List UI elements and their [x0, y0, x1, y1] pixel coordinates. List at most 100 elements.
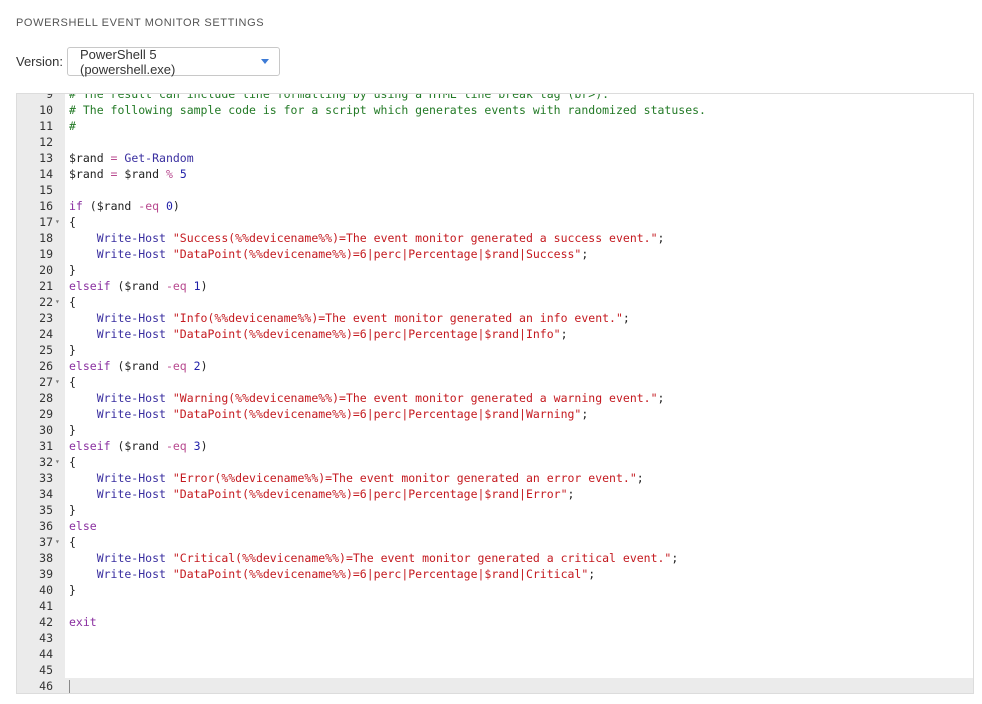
- line-number: 44: [39, 647, 53, 661]
- code-token: -eq: [131, 199, 166, 213]
- code-token: $rand: [96, 199, 132, 213]
- code-token: Write-Host: [69, 407, 173, 421]
- line-number: 34: [39, 487, 53, 501]
- code-line[interactable]: 26 elseif ($rand -eq 2): [17, 358, 973, 374]
- code-line[interactable]: 27 ▾ {: [17, 374, 973, 390]
- code-line[interactable]: 34 Write-Host "DataPoint(%%devicename%%)…: [17, 486, 973, 502]
- code-token: ): [200, 279, 208, 293]
- code-line[interactable]: 29 Write-Host "DataPoint(%%devicename%%)…: [17, 406, 973, 422]
- code-token: Write-Host: [69, 551, 173, 565]
- code-line[interactable]: 21 elseif ($rand -eq 1): [17, 278, 973, 294]
- code-line[interactable]: 44: [17, 646, 973, 662]
- code-token: ;: [560, 327, 568, 341]
- code-token: %: [159, 167, 180, 181]
- code-text: Write-Host "DataPoint(%%devicename%%)=6|…: [69, 486, 575, 502]
- code-line[interactable]: 45: [17, 662, 973, 678]
- code-token: Write-Host: [69, 327, 173, 341]
- code-line[interactable]: 46: [17, 678, 973, 693]
- version-row: Version: PowerShell 5 (powershell.exe): [16, 46, 280, 77]
- code-token: =: [103, 151, 125, 165]
- code-token: exit: [69, 615, 97, 629]
- code-text: {: [69, 534, 76, 550]
- line-number: 32: [39, 455, 53, 469]
- text-cursor: [69, 679, 70, 693]
- line-number: 27: [39, 375, 53, 389]
- code-token: "Info(%%devicename%%)=The event monitor …: [172, 311, 623, 325]
- fold-toggle-icon[interactable]: ▾: [55, 534, 60, 550]
- code-line[interactable]: 16 if ($rand -eq 0): [17, 198, 973, 214]
- code-line[interactable]: 41: [17, 598, 973, 614]
- code-token: {: [69, 215, 76, 229]
- code-text: }: [69, 342, 76, 358]
- code-token: 1: [193, 279, 201, 293]
- code-token: ;: [636, 471, 644, 485]
- code-line[interactable]: 28 Write-Host "Warning(%%devicename%%)=T…: [17, 390, 973, 406]
- code-token: {: [69, 535, 76, 549]
- version-select-value: PowerShell 5 (powershell.exe): [79, 46, 176, 77]
- code-line[interactable]: 22 ▾ {: [17, 294, 973, 310]
- code-editor[interactable]: 9 # The result can include line formattin…: [16, 93, 974, 694]
- code-line[interactable]: 15: [17, 182, 973, 198]
- code-line[interactable]: 32 ▾ {: [17, 454, 973, 470]
- fold-toggle-icon[interactable]: ▾: [55, 454, 60, 470]
- code-line[interactable]: 39 Write-Host "DataPoint(%%devicename%%)…: [17, 566, 973, 582]
- line-number: 39: [39, 567, 53, 581]
- code-token: {: [69, 295, 76, 309]
- code-token: if: [69, 199, 83, 213]
- line-number: 41: [39, 599, 53, 613]
- line-number: 42: [39, 615, 53, 629]
- code-line[interactable]: 11 #: [17, 118, 973, 134]
- code-line[interactable]: 23 Write-Host "Info(%%devicename%%)=The …: [17, 310, 973, 326]
- code-token: ): [172, 199, 180, 213]
- line-number: 29: [39, 407, 53, 421]
- code-token: -eq: [159, 279, 194, 293]
- code-line[interactable]: 12: [17, 134, 973, 150]
- code-line[interactable]: 38 Write-Host "Critical(%%devicename%%)=…: [17, 550, 973, 566]
- line-number: 46: [39, 679, 53, 693]
- line-number: 23: [39, 311, 53, 325]
- code-line[interactable]: 19 Write-Host "DataPoint(%%devicename%%)…: [17, 246, 973, 262]
- code-line[interactable]: 25}: [17, 342, 973, 358]
- line-number: 35: [39, 503, 53, 517]
- code-line[interactable]: 9 # The result can include line formattin…: [17, 94, 973, 102]
- code-line[interactable]: 40}: [17, 582, 973, 598]
- fold-toggle-icon[interactable]: ▾: [55, 374, 60, 390]
- code-line[interactable]: 13 $rand = Get-Random: [17, 150, 973, 166]
- code-line[interactable]: 30}: [17, 422, 973, 438]
- code-line[interactable]: 43: [17, 630, 973, 646]
- code-line[interactable]: 14 $rand = $rand % 5: [17, 166, 973, 182]
- code-token: $rand: [124, 359, 160, 373]
- code-line[interactable]: 35}: [17, 502, 973, 518]
- code-line[interactable]: 17 ▾ {: [17, 214, 973, 230]
- code-text: {: [69, 374, 76, 390]
- line-number: 13: [39, 151, 53, 165]
- code-line[interactable]: 36 else: [17, 518, 973, 534]
- code-text: {: [69, 454, 76, 470]
- version-select[interactable]: PowerShell 5 (powershell.exe): [66, 46, 280, 77]
- line-number: 28: [39, 391, 53, 405]
- fold-toggle-icon[interactable]: ▾: [55, 294, 60, 310]
- fold-toggle-icon[interactable]: ▾: [55, 214, 60, 230]
- code-text: Write-Host "DataPoint(%%devicename%%)=6|…: [69, 566, 596, 582]
- code-line[interactable]: 33 Write-Host "Error(%%devicename%%)=The…: [17, 470, 973, 486]
- line-number: 25: [39, 343, 53, 357]
- code-text: Write-Host "DataPoint(%%devicename%%)=6|…: [69, 326, 568, 342]
- code-text: Write-Host "Error(%%devicename%%)=The ev…: [69, 470, 644, 486]
- code-token: Write-Host: [69, 471, 173, 485]
- code-token: Write-Host: [69, 391, 173, 405]
- line-number: 21: [39, 279, 53, 293]
- line-number: 31: [39, 439, 53, 453]
- code-text: Write-Host "Success(%%devicename%%)=The …: [69, 230, 665, 246]
- line-number: 38: [39, 551, 53, 565]
- code-line[interactable]: 37 ▾ {: [17, 534, 973, 550]
- code-line[interactable]: 18 Write-Host "Success(%%devicename%%)=T…: [17, 230, 973, 246]
- code-line[interactable]: 24 Write-Host "DataPoint(%%devicename%%)…: [17, 326, 973, 342]
- code-text: }: [69, 502, 76, 518]
- code-line[interactable]: 31 elseif ($rand -eq 3): [17, 438, 973, 454]
- code-line[interactable]: 10 # The following sample code is for a s…: [17, 102, 973, 118]
- code-line[interactable]: 20}: [17, 262, 973, 278]
- code-token: -eq: [159, 439, 194, 453]
- code-token: Write-Host: [69, 311, 173, 325]
- code-line[interactable]: 42 exit: [17, 614, 973, 630]
- code-token: $rand: [124, 167, 160, 181]
